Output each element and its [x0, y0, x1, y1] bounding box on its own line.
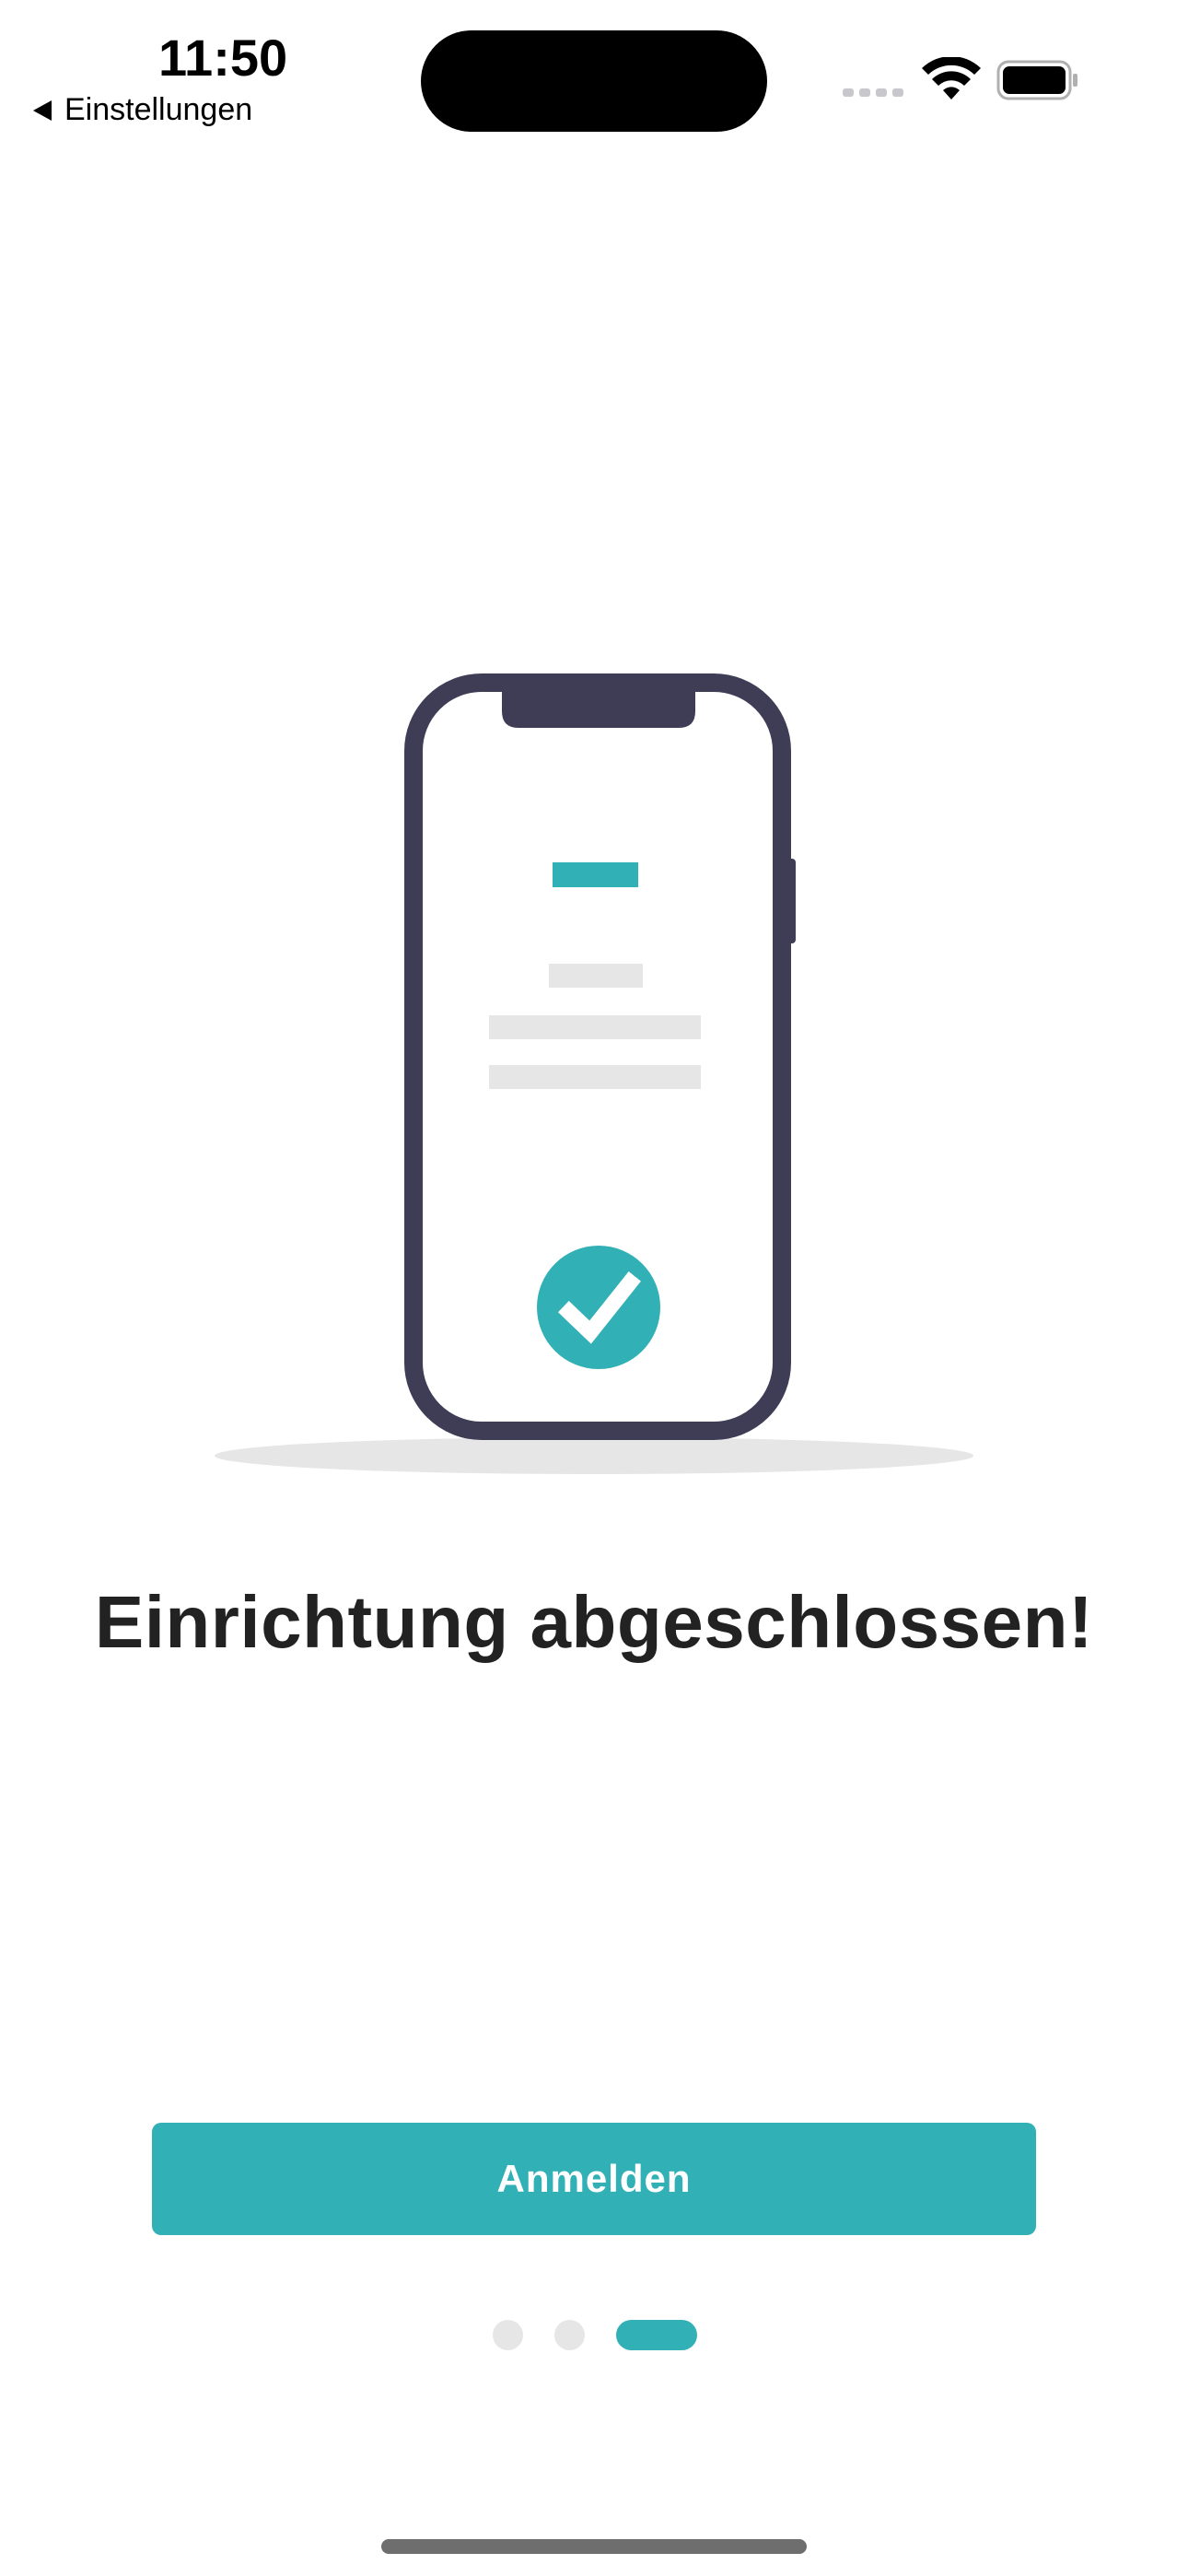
- phone-shadow: [215, 1437, 973, 1474]
- success-circle: [537, 1246, 660, 1369]
- battery-icon: [996, 60, 1077, 100]
- dynamic-island: [421, 30, 767, 132]
- status-time: 11:50: [158, 29, 288, 87]
- wifi-icon: [922, 57, 981, 100]
- text-placeholder-short: [549, 964, 643, 988]
- page-dot-2[interactable]: [554, 2320, 585, 2350]
- home-indicator[interactable]: [381, 2539, 807, 2554]
- page-dot-1[interactable]: [493, 2320, 523, 2350]
- back-arrow-icon: [33, 100, 52, 121]
- header-placeholder: [553, 862, 638, 887]
- phone-notch: [502, 689, 695, 728]
- page-indicator: [493, 2320, 697, 2350]
- page-dot-3-active[interactable]: [616, 2320, 697, 2350]
- back-link-label: Einstellungen: [64, 92, 253, 127]
- text-placeholder-long-2: [489, 1065, 701, 1089]
- phone-setup-complete-illustration: [215, 673, 973, 1474]
- page-title: Einrichtung abgeschlossen!: [94, 1581, 1094, 1663]
- cellular-signal-icon: [843, 88, 903, 97]
- back-to-settings-link[interactable]: Einstellungen: [33, 92, 252, 128]
- login-button[interactable]: Anmelden: [152, 2123, 1036, 2235]
- text-placeholder-long-1: [489, 1015, 701, 1039]
